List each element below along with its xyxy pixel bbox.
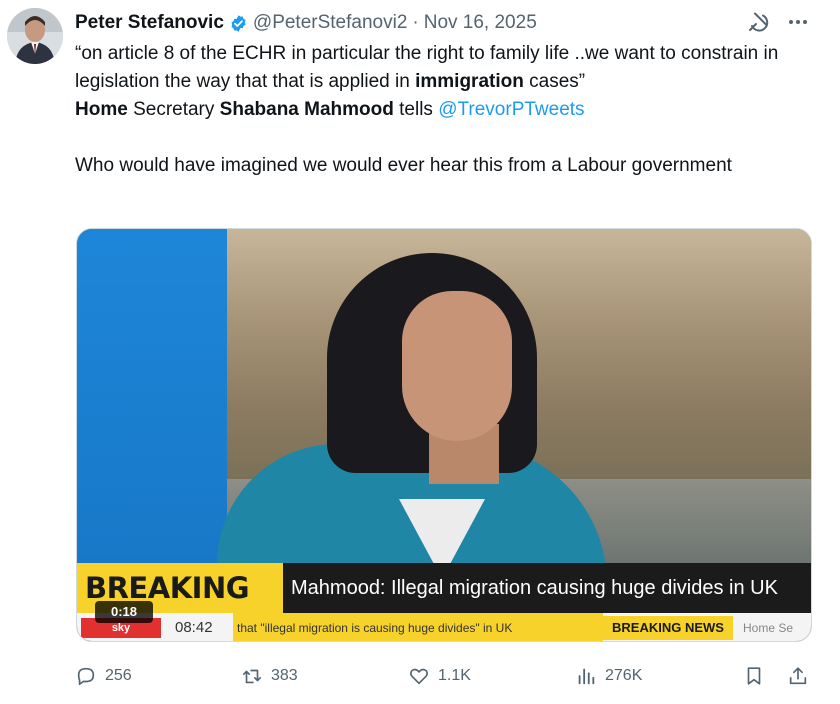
bookmark-button[interactable] (743, 662, 765, 690)
grok-icon[interactable] (746, 10, 770, 34)
heart-icon (410, 668, 428, 685)
author-handle[interactable]: @PeterStefanovi2 (253, 12, 408, 34)
tweet-paragraph-1: “on article 8 of the ECHR in particular … (75, 40, 810, 96)
tweet-text-bold: Home (75, 99, 128, 120)
verified-badge-icon[interactable] (229, 14, 248, 33)
like-count: 1.1K (438, 667, 471, 684)
tweet-header: Peter Stefanovic @PeterStefanovi2 · Nov … (75, 10, 537, 36)
share-icon (789, 667, 807, 685)
reply-icon (77, 667, 95, 686)
tweet-text-segment: Secretary (127, 99, 220, 120)
separator-dot: · (412, 12, 419, 33)
video-player[interactable]: BREAKING NEWS Mahmood: Illegal migration… (76, 228, 812, 642)
bookmark-icon (747, 667, 761, 685)
author-name[interactable]: Peter Stefanovic (75, 12, 224, 34)
tweet-actions: 256 383 1.1K 276K (75, 662, 812, 690)
mention-link[interactable]: @TrevorPTweets (438, 99, 584, 120)
ticker-home-text: Home Se (743, 621, 794, 635)
share-button[interactable] (787, 662, 809, 690)
tweet-text-bold: immigration (415, 71, 524, 92)
video-duration: 0:18 (95, 601, 153, 623)
reply-button[interactable]: 256 (75, 662, 132, 690)
views-button[interactable]: 276K (575, 662, 642, 690)
repost-button[interactable]: 383 (241, 662, 298, 690)
repost-icon (242, 669, 262, 684)
ticker-time: 08:42 (175, 619, 213, 636)
tweet-date[interactable]: Nov 16, 2025 (424, 12, 537, 34)
news-ticker: sky 08:42 that "illegal migration is cau… (77, 613, 811, 641)
views-icon (578, 668, 595, 685)
tweet-text: “on article 8 of the ECHR in particular … (75, 40, 810, 180)
tweet-paragraph-3: Who would have imagined we would ever he… (75, 155, 732, 176)
tweet-text-segment: tells (393, 99, 439, 120)
news-headline: Mahmood: Illegal migration causing huge … (283, 563, 811, 613)
ticker-text: that "illegal migration is causing huge … (233, 613, 603, 641)
more-icon[interactable] (786, 10, 810, 34)
tweet-text-bold: Shabana Mahmood (219, 99, 394, 120)
tweet-text-segment: cases” (523, 71, 586, 92)
avatar[interactable] (7, 8, 63, 64)
repost-count: 383 (271, 667, 298, 684)
like-button[interactable]: 1.1K (408, 662, 471, 690)
ticker-breaking-label: BREAKING NEWS (603, 616, 733, 640)
tweet-paragraph-2: Home Secretary Shabana Mahmood tells @Tr… (75, 96, 810, 124)
reply-count: 256 (105, 667, 132, 684)
news-lower-third: BREAKING NEWS Mahmood: Illegal migration… (77, 563, 811, 641)
views-count: 276K (605, 667, 643, 684)
